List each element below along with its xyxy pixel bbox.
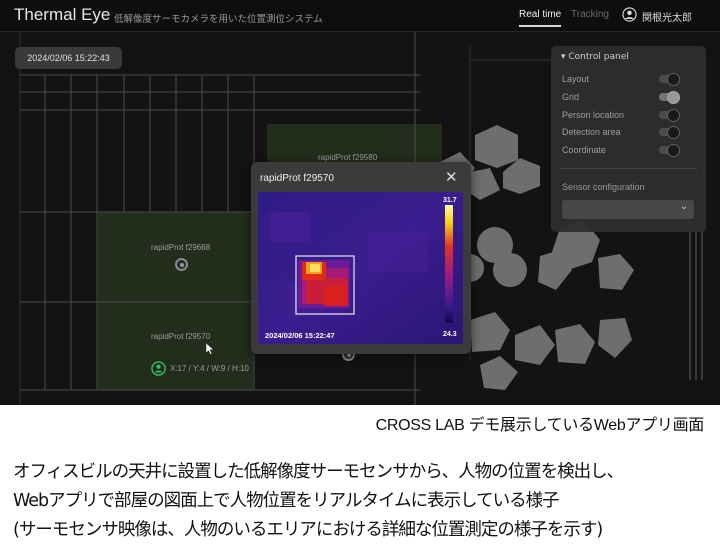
scale-max-value: 31.7 [443, 197, 457, 204]
mouse-cursor-icon [206, 343, 214, 355]
sensor-detail-modal: rapidProt f29570 ✕ 31.7 24.3 2024/02/06 … [251, 162, 471, 354]
sensor-configuration-select[interactable]: ⌄ [562, 200, 694, 219]
toggle-layout[interactable] [659, 73, 680, 86]
sensor-label: rapidProt f29580 [318, 153, 378, 162]
toggle-label-detection-area: Detection area [562, 127, 621, 137]
map-timestamp: 2024/02/06 15:22:43 [15, 47, 122, 69]
user-circle-icon[interactable] [622, 7, 637, 22]
tab-tracking[interactable]: Tracking [571, 9, 609, 20]
chevron-down-icon: ⌄ [679, 201, 688, 212]
toggle-label-grid: Grid [562, 92, 580, 102]
heat-blob [298, 260, 350, 308]
thermal-image [258, 192, 463, 344]
caption-tag: CROSS LAB デモ展示しているWebアプリ画面 [375, 417, 705, 434]
toggle-person-location[interactable] [659, 109, 680, 122]
sensor-configuration-label: Sensor configuration [562, 182, 645, 192]
app-title: Thermal Eye [14, 5, 111, 24]
detection-area [98, 212, 253, 302]
tab-realtime[interactable]: Real time [519, 9, 562, 27]
sensor-label: rapidProt f29668 [151, 243, 211, 252]
close-icon[interactable]: ✕ [445, 168, 458, 186]
description-line: Webアプリで部屋の図面上で人物位置をリアルタイムに表示している様子 [13, 491, 560, 511]
toggle-coordinate[interactable] [659, 144, 680, 157]
temperature-scale-bar [445, 205, 453, 323]
description-line: (サーモセンサ映像は、人物のいるエリアにおける詳細な位置測定の様子を示す) [13, 520, 603, 540]
control-panel: ▾ Control panel Layout Grid Person locat… [551, 46, 706, 232]
detection-area [98, 302, 253, 390]
person-location-icon[interactable] [151, 361, 166, 376]
thermal-timestamp: 2024/02/06 15:22:47 [265, 331, 335, 340]
app-subtitle: 低解像度サーモカメラを用いた位置測位システム [114, 14, 323, 25]
sensor-label: rapidProt f29570 [151, 332, 211, 341]
thermal-eye-app: Thermal Eye 低解像度サーモカメラを用いた位置測位システム Real … [0, 0, 720, 405]
toggle-grid[interactable] [659, 91, 680, 104]
description-line: オフィスビルの天井に設置した低解像度サーモセンサから、人物の位置を検出し、 [13, 462, 624, 482]
user-name[interactable]: 関根光太郎 [642, 9, 692, 24]
top-bar: Thermal Eye 低解像度サーモカメラを用いた位置測位システム Real … [0, 0, 720, 32]
modal-title: rapidProt f29570 [260, 173, 334, 184]
scale-min-value: 24.3 [443, 331, 457, 338]
toggle-detection-area[interactable] [659, 126, 680, 139]
control-panel-title[interactable]: ▾ Control panel [561, 52, 629, 62]
toggle-label-person-location: Person location [562, 110, 625, 120]
toggle-label-layout: Layout [562, 74, 590, 84]
person-coordinate: X:17 / Y:4 / W:9 / H:10 [170, 364, 249, 373]
sensor-marker[interactable] [175, 258, 188, 271]
panel-divider [560, 168, 697, 169]
toggle-label-coordinate: Coordinate [562, 145, 607, 155]
